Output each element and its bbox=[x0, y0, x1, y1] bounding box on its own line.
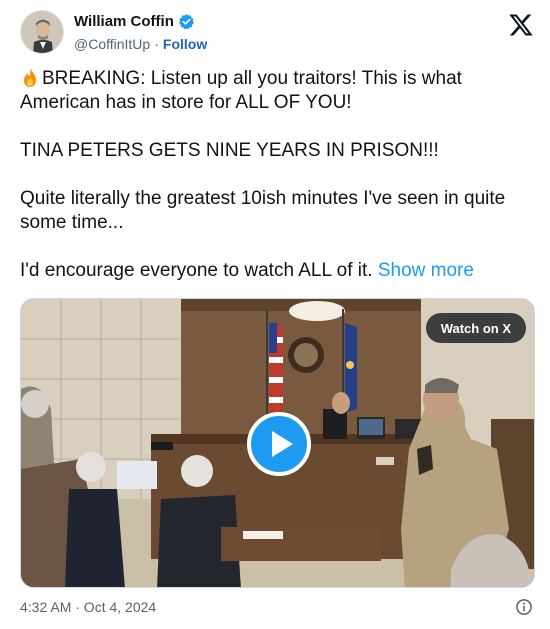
tweet-line-3: Quite literally the greatest 10ish minut… bbox=[20, 188, 506, 233]
author-handle[interactable]: @CoffinItUp bbox=[74, 36, 150, 52]
video-player[interactable]: Watch on X bbox=[20, 298, 535, 588]
follow-button[interactable]: Follow bbox=[163, 36, 207, 52]
verified-badge-icon bbox=[178, 14, 194, 30]
tweet-body: BREAKING: Listen up all you traitors! Th… bbox=[20, 66, 530, 283]
tweet-header: William Coffin @CoffinItUp · Follow bbox=[20, 10, 540, 58]
watch-on-x-button[interactable]: Watch on X bbox=[425, 313, 526, 343]
author-handle-row: @CoffinItUp · Follow bbox=[74, 36, 207, 52]
fire-emoji-icon bbox=[24, 67, 36, 87]
author-display-name[interactable]: William Coffin bbox=[74, 13, 174, 30]
play-icon bbox=[271, 431, 293, 457]
tweet-footer: 4:32 AM · Oct 4, 2024 bbox=[20, 598, 535, 618]
tweet-line-1: BREAKING: Listen up all you traitors! Th… bbox=[20, 68, 462, 113]
tweet-paragraph-4: I'd encourage everyone to watch ALL of i… bbox=[20, 259, 530, 283]
tweet-timestamp[interactable]: 4:32 AM · Oct 4, 2024 bbox=[20, 599, 156, 615]
play-button[interactable] bbox=[247, 412, 311, 476]
handle-separator: · bbox=[154, 36, 159, 52]
info-icon[interactable] bbox=[515, 598, 533, 616]
tweet-line-4: I'd encourage everyone to watch ALL of i… bbox=[20, 260, 373, 281]
show-more-link[interactable]: Show more bbox=[378, 260, 474, 281]
tweet-paragraph-1: BREAKING: Listen up all you traitors! Th… bbox=[20, 66, 530, 115]
tweet-card: William Coffin @CoffinItUp · Follow BREA… bbox=[0, 0, 550, 629]
tweet-line-2: TINA PETERS GETS NINE YEARS IN PRISON!!! bbox=[20, 140, 439, 161]
x-logo-icon[interactable] bbox=[508, 12, 534, 38]
author-avatar[interactable] bbox=[20, 10, 64, 54]
author-name-row: William Coffin bbox=[74, 13, 195, 30]
